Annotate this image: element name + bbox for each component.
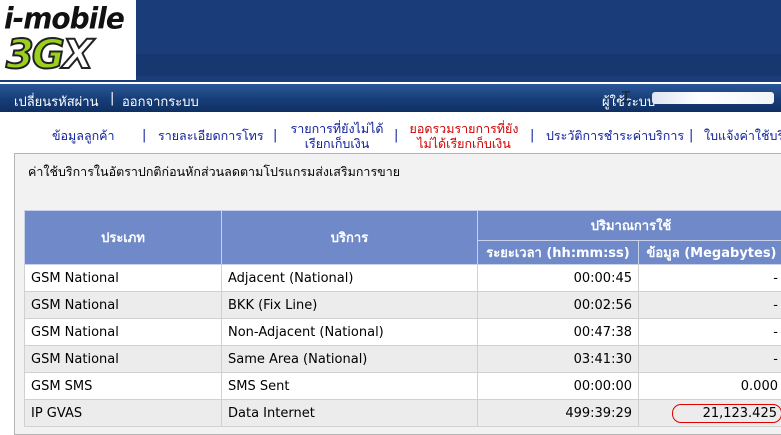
panel-title: ค่าใช้บริการในอัตราปกติก่อนหักส่วนลดตามโ… [28, 162, 400, 182]
table-row: GSM National Non-Adjacent (National) 00:… [25, 319, 781, 346]
cell-type: GSM National [25, 265, 222, 292]
menu-separator: | [530, 128, 534, 143]
menu-separator: | [689, 128, 693, 143]
top-nav-bar: เปลี่ยนรหัสผ่าน | ออกจากระบบ ผู้ใช้ระบบ … [0, 84, 781, 112]
cell-data: 0.000 [639, 373, 781, 400]
cell-duration: 499:39:29 [478, 400, 639, 427]
header-band [136, 54, 781, 76]
text-cursor-icon: Ɪ [622, 87, 630, 107]
menu-invoice[interactable]: ใบแจ้งค่าใช้บริ [704, 128, 781, 143]
menu-separator: | [142, 128, 146, 143]
logo-x: X [63, 32, 92, 78]
menu-customer-info[interactable]: ข้อมูลลูกค้า [52, 128, 115, 143]
menu-payment-history[interactable]: ประวัติการชำระค่าบริการ [546, 128, 684, 143]
cell-type: GSM National [25, 319, 222, 346]
table-row: GSM National Same Area (National) 03:41:… [25, 346, 781, 373]
logo-line2: 3GX [6, 32, 92, 78]
menu-unbilled-total[interactable]: ยอดรวมรายการที่ยังไม่ได้เรียกเก็บเงิน [406, 121, 522, 151]
cell-data: - [639, 265, 781, 292]
logout-link[interactable]: ออกจากระบบ [122, 91, 199, 112]
col-header-usage: ปริมาณการใช้ [478, 211, 781, 241]
cell-service: BKK (Fix Line) [222, 292, 478, 319]
col-header-duration: ระยะเวลา (hh:mm:ss) [478, 241, 639, 265]
cell-service: Adjacent (National) [222, 265, 478, 292]
cell-service: Same Area (National) [222, 346, 478, 373]
change-password-link[interactable]: เปลี่ยนรหัสผ่าน [14, 91, 98, 112]
usage-table: ประเภท บริการ ปริมาณการใช้ ระยะเวลา (hh:… [24, 210, 781, 427]
cell-type: GSM SMS [25, 373, 222, 400]
highlight-circle: 21,123.425 [672, 404, 781, 423]
imobile-logo[interactable]: i-mobile 3GX [0, 0, 136, 80]
cell-duration: 00:00:00 [478, 373, 639, 400]
app-header: i-mobile 3GX [0, 0, 781, 82]
logo-line1: i-mobile [4, 1, 124, 36]
cell-type: GSM National [25, 292, 222, 319]
menu-unbilled-items[interactable]: รายการที่ยังไม่ได้เรียกเก็บเงิน [289, 121, 385, 151]
table-row: GSM National Adjacent (National) 00:00:4… [25, 265, 781, 292]
nav-separator: | [110, 91, 114, 106]
cell-data: - [639, 319, 781, 346]
logo-3g: 3G [6, 32, 63, 78]
cell-data: - [639, 346, 781, 373]
cell-duration: 03:41:30 [478, 346, 639, 373]
table-row: IP GVAS Data Internet 499:39:29 21,123.4… [25, 400, 781, 427]
menu-call-details[interactable]: รายละเอียดการโทร [158, 128, 264, 143]
redacted-username [652, 92, 774, 104]
col-header-type: ประเภท [25, 211, 222, 265]
cell-service: SMS Sent [222, 373, 478, 400]
col-header-service: บริการ [222, 211, 478, 265]
menu-separator: | [273, 128, 277, 143]
cell-type: GSM National [25, 346, 222, 373]
cell-data: - [639, 292, 781, 319]
cell-data-highlighted: 21,123.425 [639, 400, 781, 427]
cell-duration: 00:00:45 [478, 265, 639, 292]
table-row: GSM SMS SMS Sent 00:00:00 0.000 [25, 373, 781, 400]
menu-separator: | [394, 128, 398, 143]
cell-service: Non-Adjacent (National) [222, 319, 478, 346]
table-row: GSM National BKK (Fix Line) 00:02:56 - [25, 292, 781, 319]
cell-duration: 00:02:56 [478, 292, 639, 319]
col-header-data: ข้อมูล (Megabytes) [639, 241, 781, 265]
cell-service: Data Internet [222, 400, 478, 427]
cell-type: IP GVAS [25, 400, 222, 427]
cell-duration: 00:47:38 [478, 319, 639, 346]
